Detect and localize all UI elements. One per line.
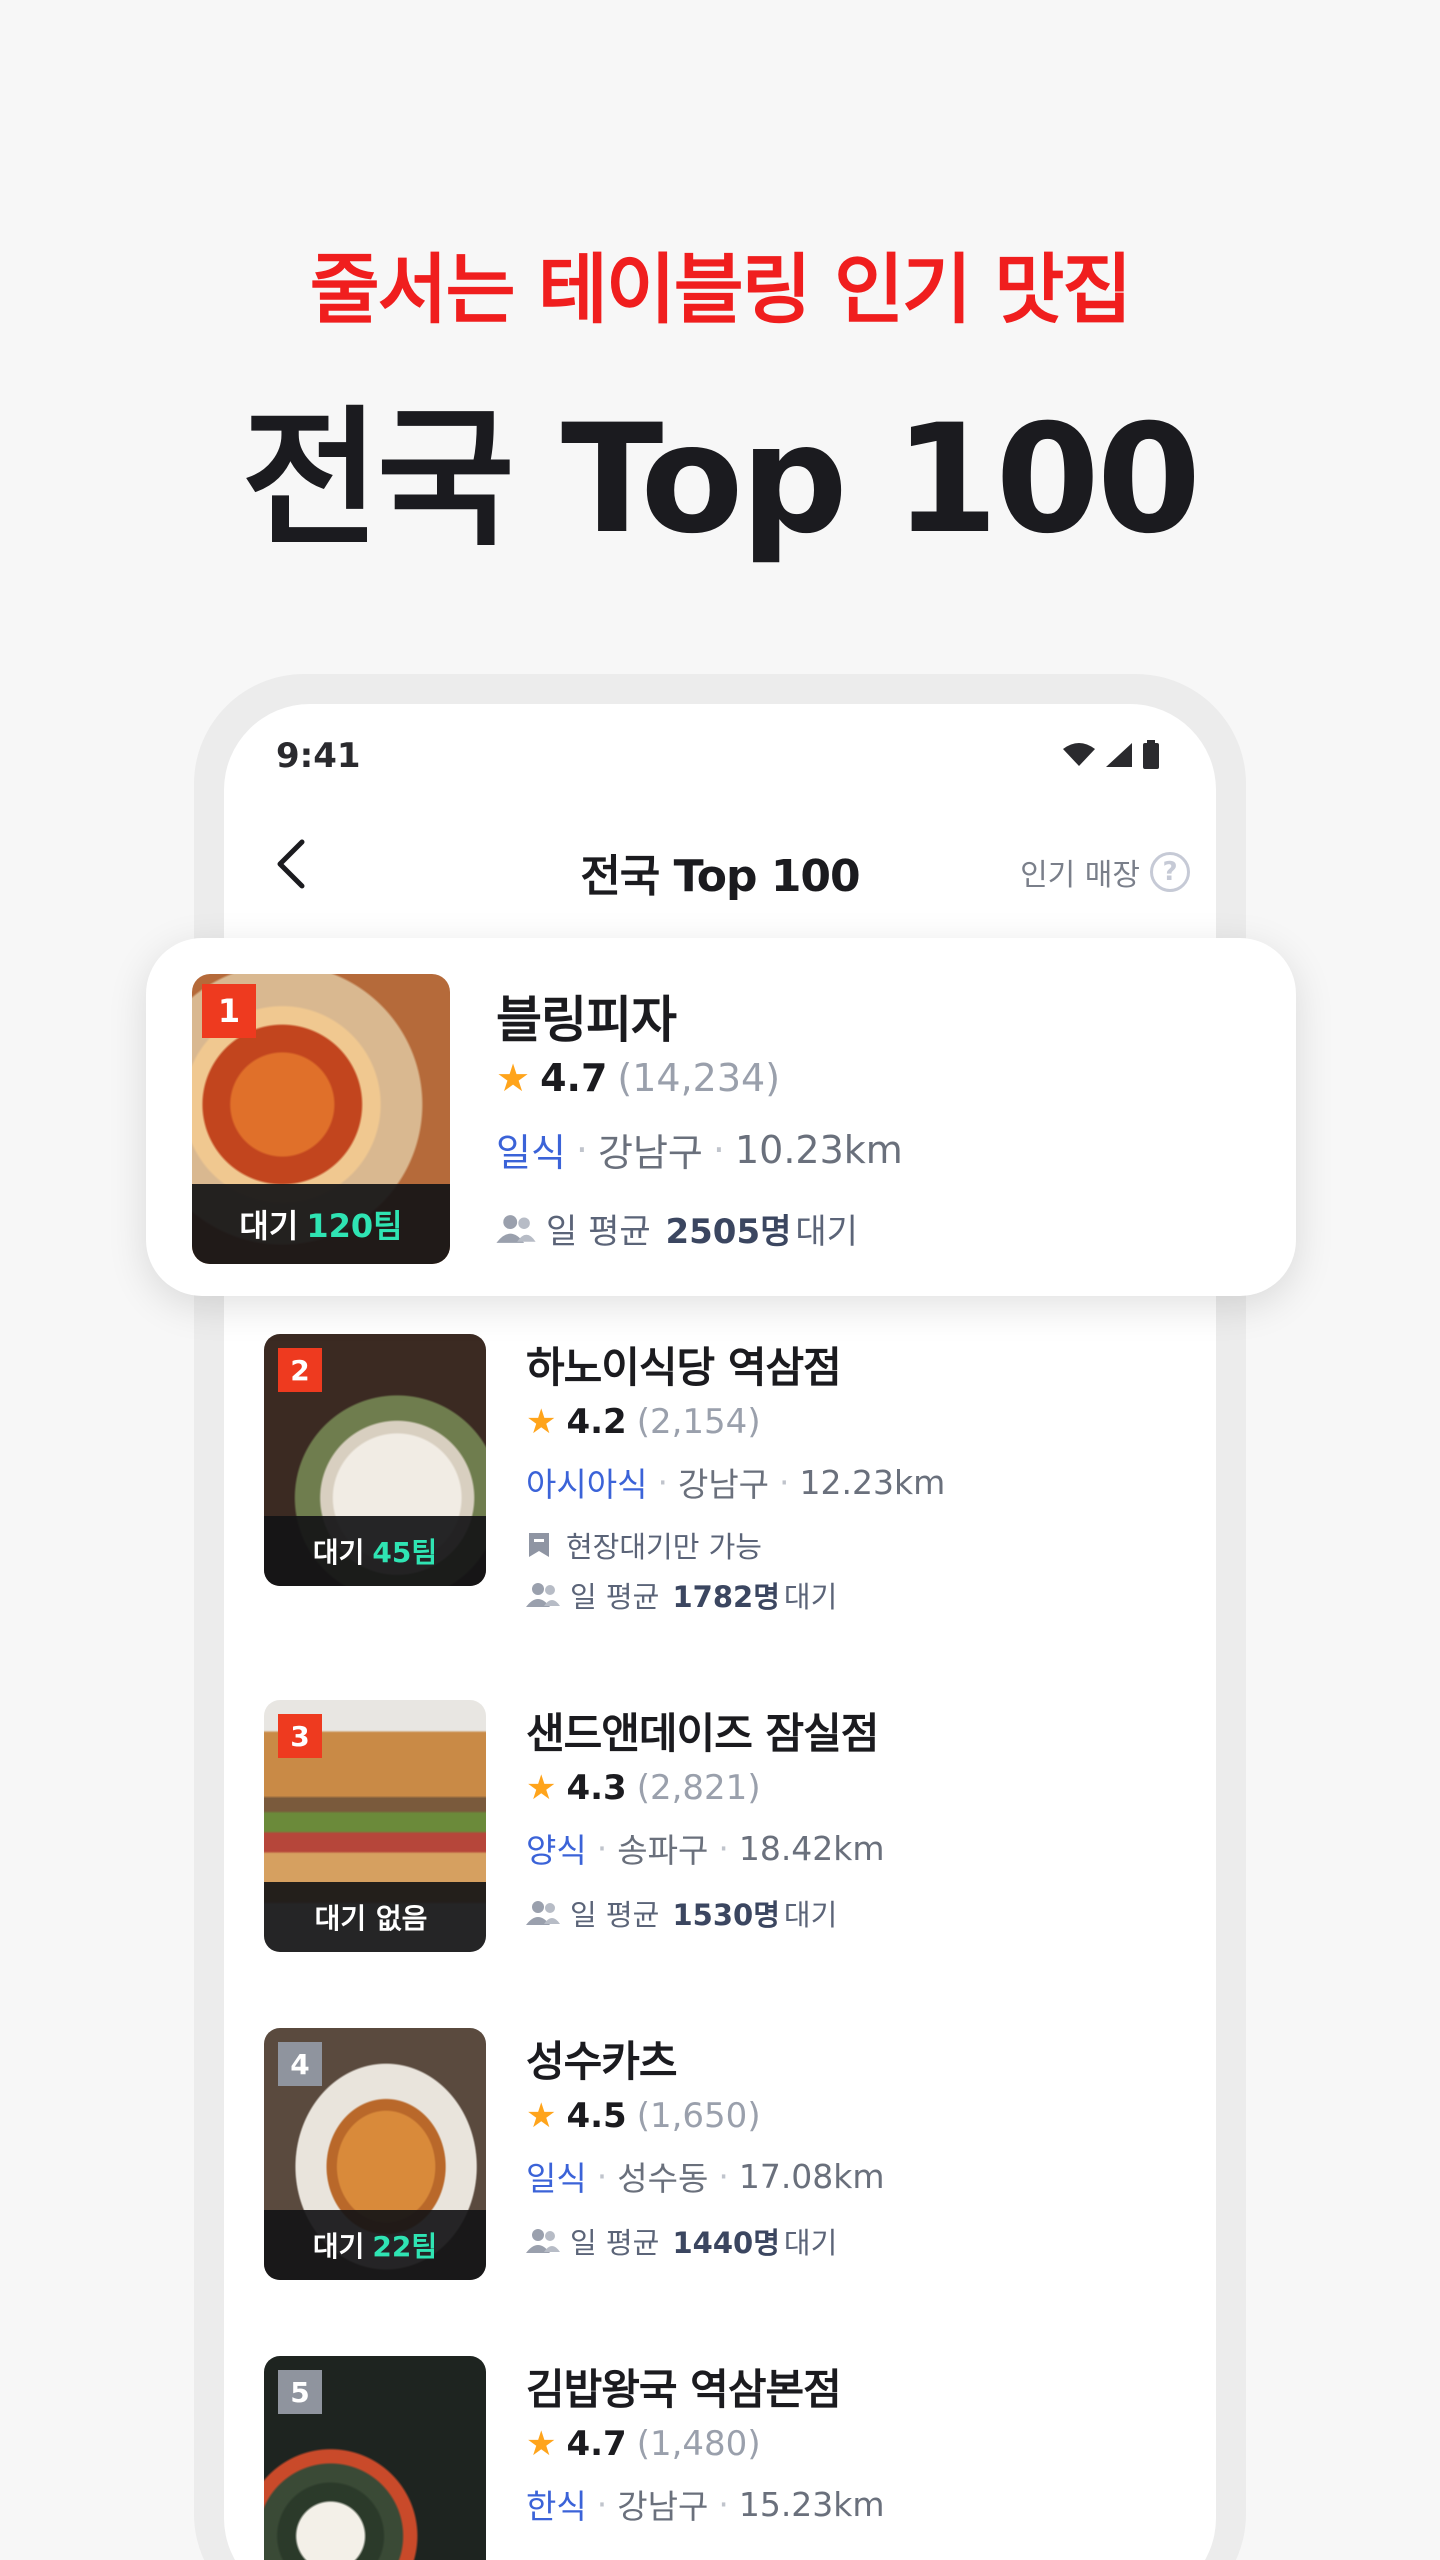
restaurant-thumbnail: 1 대기 120팀 <box>192 974 450 1264</box>
restaurant-name: 블링피자 <box>496 991 677 1049</box>
star-icon: ★ <box>526 1768 557 1808</box>
star-icon: ★ <box>526 2424 557 2464</box>
list-item[interactable]: 3 대기 없음 샌드앤데이즈 잠실점 ★ 4.3 (2,821) 양식 · 송파… <box>264 1700 1164 1960</box>
rating-line: ★ 4.7 (1,480) <box>526 2424 761 2464</box>
category-label: 한식 <box>526 2487 587 2526</box>
wait-status: 대기 22팀 <box>264 2210 486 2280</box>
rating-line: ★ 4.3 (2,821) <box>526 1768 761 1808</box>
area-label: 강남구 <box>617 2487 709 2526</box>
wait-status: 대기 120팀 <box>192 1184 450 1264</box>
rank-badge: 5 <box>278 2370 322 2414</box>
rating-value: 4.2 <box>566 1402 627 1442</box>
wait-status: 대기 없음 <box>264 1882 486 1952</box>
daily-average-line: 일 평균 1530명 대기 <box>526 1892 837 1934</box>
daily-average-line: 일 평균 1440명 대기 <box>526 2220 837 2262</box>
category-label: 일식 <box>526 2159 587 2198</box>
daily-average-line: 일 평균 2505명 대기 <box>496 1204 858 1253</box>
area-label: 강남구 <box>598 1131 703 1175</box>
hero-title: 전국 Top 100 <box>241 393 1201 567</box>
list-item[interactable]: 2 대기 45팀 하노이식당 역삼점 ★ 4.2 (2,154) 아시아식 · 강… <box>264 1334 1164 1644</box>
store-icon <box>529 1533 549 1557</box>
restaurant-name: 김밥왕국 역삼본점 <box>526 2365 842 2414</box>
star-icon: ★ <box>526 2096 557 2136</box>
distance-label: 18.42km <box>738 1828 885 1868</box>
restaurant-name: 샌드앤데이즈 잠실점 <box>526 1709 879 1758</box>
info-line: 아시아식 · 강남구 · 12.23km <box>526 1458 945 1506</box>
restaurant-name: 하노이식당 역삼점 <box>526 1343 842 1392</box>
category-label: 일식 <box>496 1131 566 1175</box>
star-icon: ★ <box>526 1402 557 1442</box>
rating-value: 4.5 <box>566 2096 627 2136</box>
restaurant-thumbnail: 3 대기 없음 <box>264 1700 486 1952</box>
onsite-only-line: 현장대기만 가능 <box>526 1524 762 1566</box>
restaurant-thumbnail: 4 대기 22팀 <box>264 2028 486 2280</box>
people-icon <box>526 2229 560 2253</box>
list-item[interactable]: 4 대기 22팀 성수카츠 ★ 4.5 (1,650) 일식 · 성수동 · 17… <box>264 2028 1164 2288</box>
info-line: 한식 · 강남구 · 15.23km <box>526 2480 885 2528</box>
restaurant-thumbnail: 5 <box>264 2356 486 2560</box>
review-count: (1,480) <box>636 2424 761 2464</box>
wifi-icon <box>1063 743 1095 766</box>
rating-line: ★ 4.2 (2,154) <box>526 1402 761 1442</box>
status-icons <box>1062 740 1160 770</box>
star-icon: ★ <box>496 1056 531 1100</box>
rank-badge: 4 <box>278 2042 322 2086</box>
area-label: 송파구 <box>617 1831 709 1870</box>
review-count: (2,821) <box>636 1768 761 1808</box>
info-line: 일식 · 성수동 · 17.08km <box>526 2152 885 2200</box>
hero-subtitle: 줄서는 테이블링 인기 맛집 <box>309 245 1133 334</box>
rank-badge: 2 <box>278 1348 322 1392</box>
rank-badge: 1 <box>202 984 256 1038</box>
featured-restaurant-card[interactable]: 1 대기 120팀 블링피자 ★ 4.7 (14,234) 일식 · 강남구 · … <box>146 938 1296 1296</box>
status-time: 9:41 <box>276 736 361 776</box>
popular-store-info[interactable]: 인기 매장 ? <box>1020 850 1190 894</box>
people-icon <box>526 1901 560 1925</box>
review-count: (14,234) <box>617 1056 781 1100</box>
rating-value: 4.7 <box>540 1056 608 1100</box>
category-label: 아시아식 <box>526 1465 648 1504</box>
info-line: 일식 · 강남구 · 10.23km <box>496 1122 903 1177</box>
rank-badge: 3 <box>278 1714 322 1758</box>
rating-line: ★ 4.5 (1,650) <box>526 2096 761 2136</box>
rating-line: ★ 4.7 (14,234) <box>496 1056 780 1100</box>
rating-value: 4.3 <box>566 1768 627 1808</box>
battery-icon <box>1143 740 1159 769</box>
restaurant-thumbnail: 2 대기 45팀 <box>264 1334 486 1586</box>
daily-average-line: 일 평균 1782명 대기 <box>526 1574 837 1616</box>
help-icon[interactable]: ? <box>1150 852 1190 892</box>
people-icon <box>496 1214 536 1243</box>
signal-icon <box>1106 743 1132 767</box>
review-count: (2,154) <box>636 1402 761 1442</box>
review-count: (1,650) <box>636 2096 761 2136</box>
onsite-only-label: 현장대기만 가능 <box>566 1530 762 1564</box>
wait-status: 대기 45팀 <box>264 1516 486 1586</box>
distance-label: 12.23km <box>799 1462 946 1502</box>
info-line: 양식 · 송파구 · 18.42km <box>526 1824 885 1872</box>
people-icon <box>526 1583 560 1607</box>
category-label: 양식 <box>526 1831 587 1870</box>
distance-label: 15.23km <box>738 2484 885 2524</box>
distance-label: 17.08km <box>738 2156 885 2196</box>
distance-label: 10.23km <box>735 1127 903 1172</box>
area-label: 성수동 <box>617 2159 709 2198</box>
area-label: 강남구 <box>677 1465 770 1504</box>
popular-store-label: 인기 매장 <box>1020 858 1140 893</box>
rating-value: 4.7 <box>566 2424 627 2464</box>
restaurant-name: 성수카츠 <box>526 2037 678 2086</box>
list-item[interactable]: 5 김밥왕국 역삼본점 ★ 4.7 (1,480) 한식 · 강남구 · 15.… <box>264 2356 1164 2560</box>
